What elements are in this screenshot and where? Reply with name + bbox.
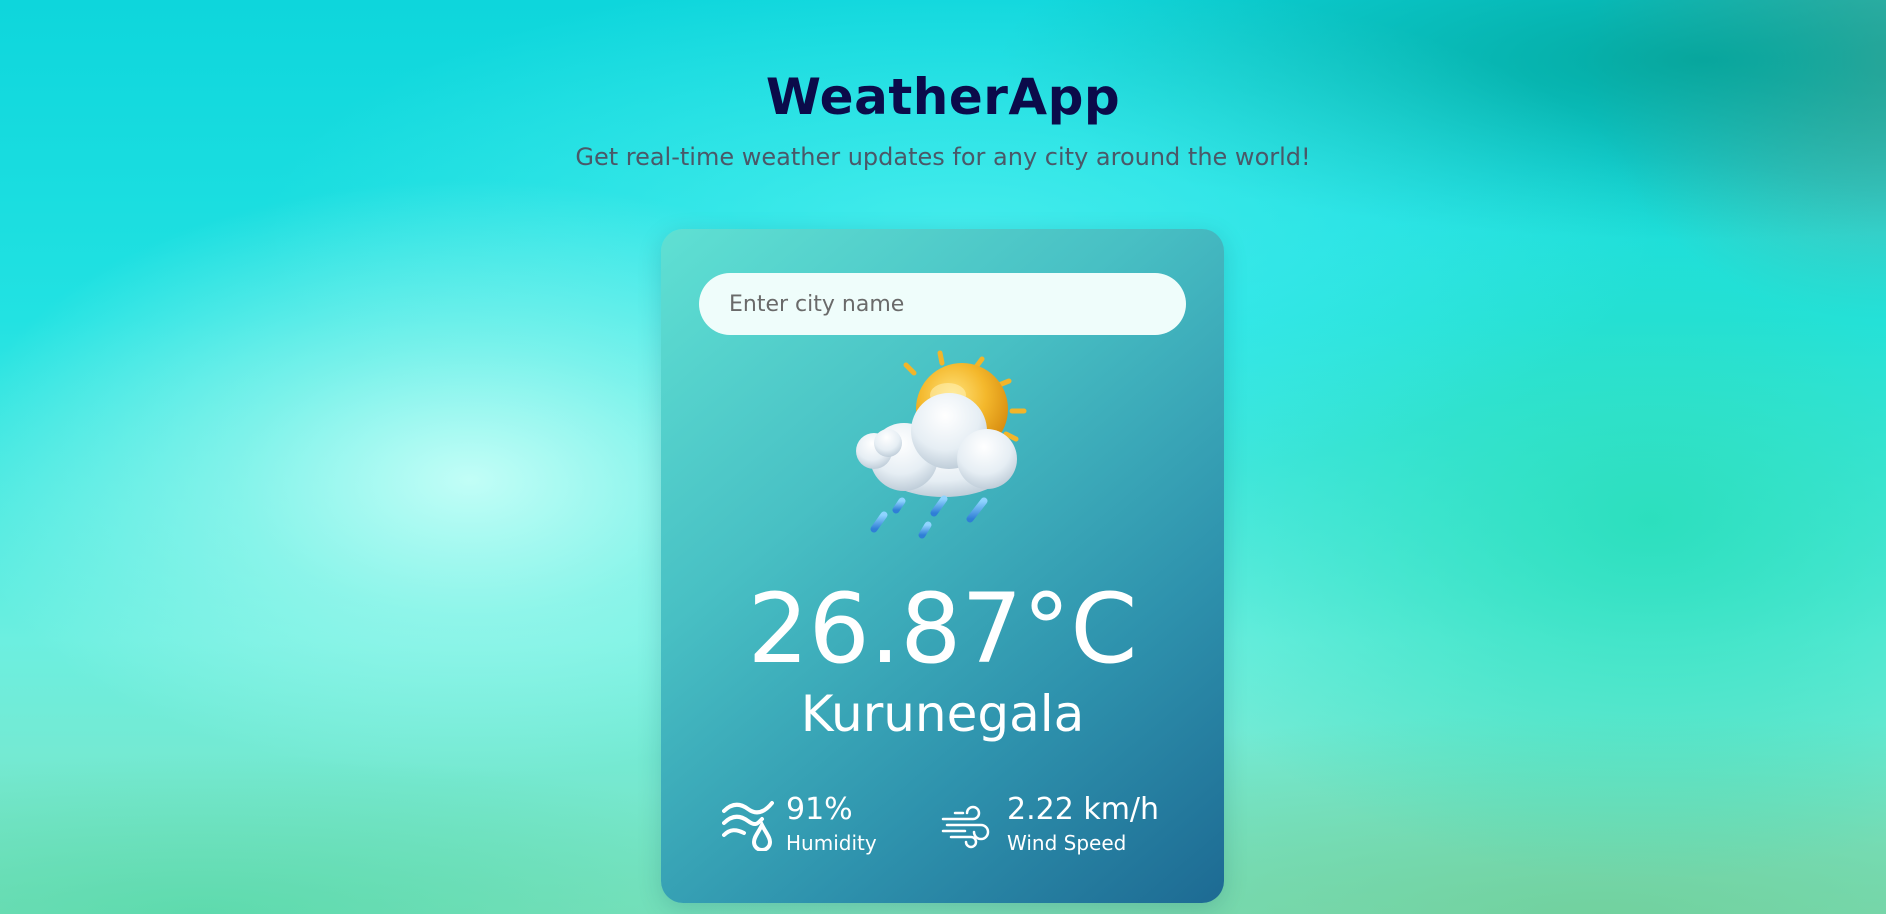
weather-card: 26.87°C Kurunegala 91% Humidity 2.22 km/…: [661, 229, 1224, 903]
city-name: Kurunegala: [800, 685, 1085, 743]
humidity-label: Humidity: [786, 831, 877, 855]
humidity-icon: [722, 801, 774, 851]
wind-icon: [941, 805, 990, 849]
wind-speed-label: Wind Speed: [1007, 831, 1127, 855]
app-subtitle: Get real-time weather updates for any ci…: [575, 143, 1311, 171]
temperature: 26.87°C: [747, 573, 1138, 685]
humidity-stat: 91% Humidity: [722, 791, 912, 861]
wind-stat: 2.22 km/h Wind Speed: [941, 791, 1191, 861]
humidity-value: 91%: [786, 792, 853, 827]
app-title: WeatherApp: [765, 68, 1121, 126]
city-search-input[interactable]: [699, 273, 1186, 335]
header: WeatherApp Get real-time weather updates…: [0, 66, 1886, 172]
sun-cloud-rain-icon: [856, 350, 1027, 539]
wind-speed-value: 2.22 km/h: [1007, 792, 1160, 827]
